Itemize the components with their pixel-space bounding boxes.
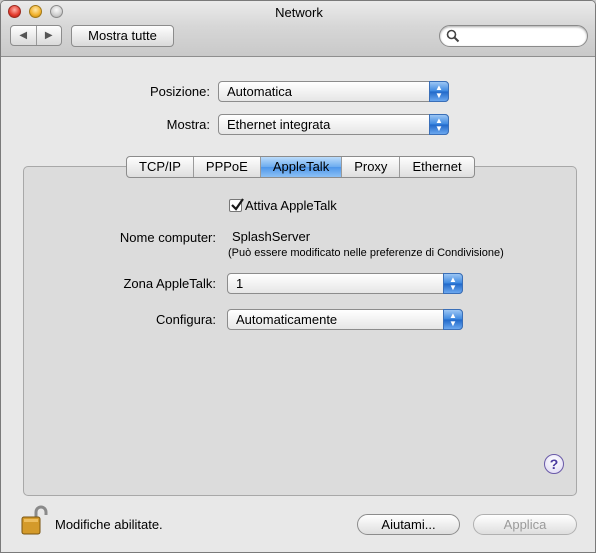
show-label: Mostra: xyxy=(166,117,210,132)
tab-content-panel xyxy=(23,166,577,496)
popup-arrows-icon: ▲ ▼ xyxy=(443,273,463,294)
assist-me-button[interactable]: Aiutami... xyxy=(357,514,460,535)
tab-bar: TCP/IP PPPoE AppleTalk Proxy Ethernet xyxy=(126,156,475,178)
zone-label: Zona AppleTalk: xyxy=(123,276,216,291)
show-popup[interactable]: Ethernet integrata ▲ ▼ xyxy=(218,114,449,135)
help-button[interactable]: ? xyxy=(544,454,564,474)
configure-popup[interactable]: Automaticamente ▲ ▼ xyxy=(227,309,463,330)
computer-name-note: (Può essere modificato nelle preferenze … xyxy=(228,247,504,259)
location-popup[interactable]: Automatica ▲ ▼ xyxy=(218,81,449,102)
window-title: Network xyxy=(275,5,323,20)
lock-status-text: Modifiche abilitate. xyxy=(55,517,163,532)
popup-arrows-icon: ▲ ▼ xyxy=(429,114,449,135)
enable-appletalk-label: Attiva AppleTalk xyxy=(245,198,337,213)
forward-arrow-icon[interactable]: ▶ xyxy=(37,26,62,45)
configure-value: Automaticamente xyxy=(236,312,338,327)
tab-appletalk[interactable]: AppleTalk xyxy=(260,157,343,177)
network-preferences-window: Network ◀ ▶ Mostra tutte Posizione: Auto… xyxy=(0,0,596,553)
zone-popup[interactable]: 1 ▲ ▼ xyxy=(227,273,463,294)
configure-label: Configura: xyxy=(156,312,216,327)
apply-button[interactable]: Applica xyxy=(473,514,577,535)
show-all-button[interactable]: Mostra tutte xyxy=(71,25,174,47)
tab-tcpip[interactable]: TCP/IP xyxy=(127,157,194,177)
back-arrow-icon[interactable]: ◀ xyxy=(11,26,37,45)
back-forward-control: ◀ ▶ xyxy=(10,25,62,46)
computer-name-value: SplashServer xyxy=(232,229,311,244)
tab-ethernet[interactable]: Ethernet xyxy=(400,157,473,177)
enable-appletalk-checkbox[interactable] xyxy=(229,198,244,212)
tab-pppoe[interactable]: PPPoE xyxy=(194,157,261,177)
unlocked-padlock-icon[interactable] xyxy=(20,504,48,536)
popup-arrows-icon: ▲ ▼ xyxy=(429,81,449,102)
title-bar: Network ◀ ▶ Mostra tutte xyxy=(1,1,595,57)
search-icon xyxy=(446,29,460,43)
popup-arrows-icon: ▲ ▼ xyxy=(443,309,463,330)
computer-name-label: Nome computer: xyxy=(119,230,216,245)
tab-proxy[interactable]: Proxy xyxy=(342,157,401,177)
zone-value: 1 xyxy=(236,276,244,291)
search-input[interactable] xyxy=(464,28,586,46)
search-field[interactable] xyxy=(439,25,588,47)
location-label: Posizione: xyxy=(150,84,210,99)
checkmark-icon xyxy=(231,198,244,211)
show-value: Ethernet integrata xyxy=(227,117,331,132)
location-value: Automatica xyxy=(227,84,293,99)
